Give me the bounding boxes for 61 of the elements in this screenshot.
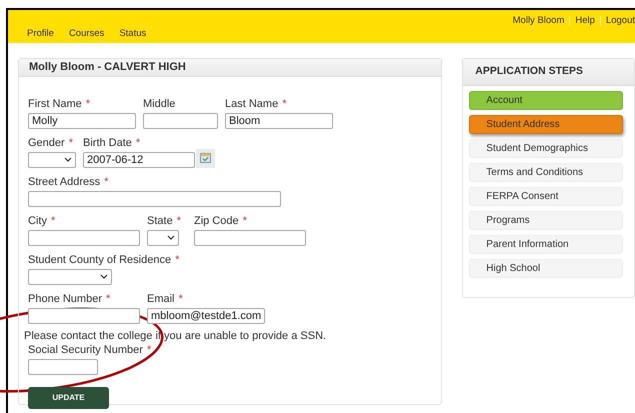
field-label: State — [147, 214, 173, 228]
calendar-button[interactable] — [196, 148, 215, 168]
field-label: Email — [147, 292, 175, 306]
text-field[interactable]: mbloom@testde1.com — [147, 308, 265, 324]
dropdown-field[interactable] — [147, 230, 179, 246]
text-field[interactable] — [143, 112, 218, 128]
required-asterisk: * — [178, 292, 183, 306]
nav-link[interactable]: Profile — [27, 27, 54, 42]
ssn-note: Please contact the college if you are unable to provide a SSN. — [24, 330, 328, 342]
header-link[interactable]: Molly Bloom — [512, 14, 564, 28]
nav-link[interactable]: Courses — [68, 27, 104, 42]
field-label: Last Name — [225, 98, 278, 110]
text-field[interactable] — [28, 230, 140, 246]
required-asterisk: * — [68, 136, 73, 150]
step-item[interactable]: FERPA Consent — [469, 187, 624, 206]
required-asterisk: * — [175, 254, 180, 266]
step-item[interactable]: Student Demographics — [469, 139, 624, 158]
field-label: Gender — [28, 136, 65, 150]
step-item[interactable]: Programs — [469, 211, 624, 230]
field-label: Social Security Number — [28, 344, 143, 356]
text-field[interactable]: Bloom — [225, 112, 333, 128]
calendar-icon — [200, 153, 211, 163]
update-button[interactable]: UPDATE — [28, 386, 109, 408]
header-link[interactable]: Logout — [606, 14, 635, 28]
required-asterisk: * — [282, 98, 286, 110]
step-item[interactable]: Student Address — [469, 115, 624, 134]
field-label: Street Address — [28, 176, 100, 188]
text-field[interactable] — [194, 230, 306, 246]
dropdown-field[interactable] — [28, 268, 112, 284]
card-title: APPLICATION STEPS — [475, 64, 584, 80]
date-field[interactable]: 2007-06-12 — [83, 152, 195, 168]
header-link[interactable]: Help — [575, 14, 595, 28]
required-asterisk: * — [86, 98, 90, 110]
field-label: Zip Code — [194, 214, 239, 228]
field-label: Birth Date — [83, 136, 132, 150]
field-label: First Name — [28, 98, 82, 110]
required-asterisk: * — [104, 176, 108, 188]
text-field[interactable]: Molly — [28, 112, 136, 128]
step-item[interactable]: Terms and Conditions — [469, 163, 624, 182]
card-title: Molly Bloom - CALVERT HIGH — [29, 60, 186, 75]
field-label: Phone Number — [28, 292, 102, 306]
text-field[interactable] — [28, 358, 98, 374]
chevron-down-icon — [64, 157, 72, 162]
step-item[interactable]: High School — [469, 259, 624, 278]
dropdown-field[interactable] — [28, 152, 76, 168]
required-asterisk: * — [136, 136, 140, 150]
text-field[interactable] — [28, 190, 281, 206]
required-asterisk: * — [176, 214, 181, 228]
nav-link[interactable]: Status — [119, 27, 146, 42]
chevron-down-icon — [100, 274, 108, 279]
field-label: Middle — [143, 98, 176, 110]
required-asterisk: * — [146, 344, 152, 356]
text-field[interactable] — [28, 308, 140, 324]
step-item[interactable]: Parent Information — [469, 235, 624, 254]
chevron-down-icon — [167, 235, 175, 240]
step-item[interactable]: Account — [469, 91, 624, 110]
field-label: Student County of Residence — [28, 254, 172, 266]
required-asterisk: * — [50, 214, 56, 228]
required-asterisk: * — [242, 214, 247, 228]
field-label: City — [28, 214, 47, 228]
required-asterisk: * — [106, 292, 110, 306]
